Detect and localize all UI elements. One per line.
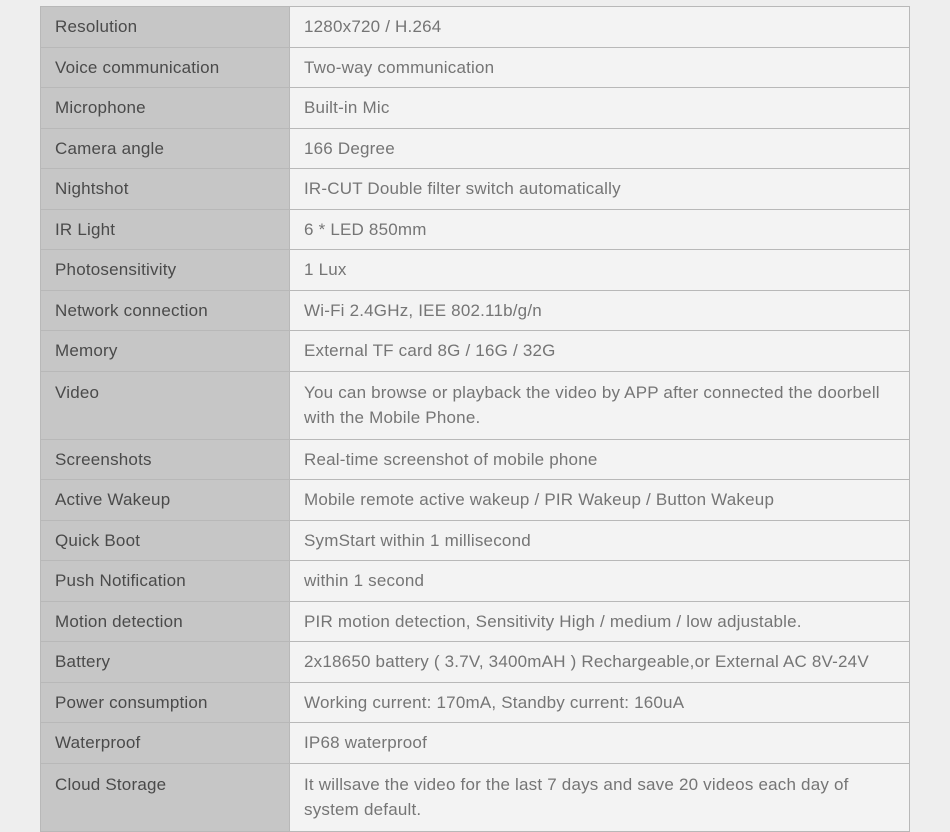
spec-label: Screenshots — [41, 439, 290, 480]
spec-value: IP68 waterproof — [290, 723, 910, 764]
spec-value: SymStart within 1 millisecond — [290, 520, 910, 561]
table-row: WaterproofIP68 waterproof — [41, 723, 910, 764]
table-row: Power consumptionWorking current: 170mA,… — [41, 682, 910, 723]
spec-value: 2x18650 battery ( 3.7V, 3400mAH ) Rechar… — [290, 642, 910, 683]
spec-label: Quick Boot — [41, 520, 290, 561]
table-row: MemoryExternal TF card 8G / 16G / 32G — [41, 331, 910, 372]
spec-value: Wi-Fi 2.4GHz, IEE 802.11b/g/n — [290, 290, 910, 331]
table-row: Resolution1280x720 / H.264 — [41, 7, 910, 48]
spec-value: Mobile remote active wakeup / PIR Wakeup… — [290, 480, 910, 521]
table-row: Battery2x18650 battery ( 3.7V, 3400mAH )… — [41, 642, 910, 683]
spec-value: Real-time screenshot of mobile phone — [290, 439, 910, 480]
spec-label: IR Light — [41, 209, 290, 250]
spec-value: PIR motion detection, Sensitivity High /… — [290, 601, 910, 642]
spec-label: Network connection — [41, 290, 290, 331]
table-row: Quick BootSymStart within 1 millisecond — [41, 520, 910, 561]
table-row: Active WakeupMobile remote active wakeup… — [41, 480, 910, 521]
spec-label: Photosensitivity — [41, 250, 290, 291]
spec-label: Camera angle — [41, 128, 290, 169]
spec-label: Microphone — [41, 88, 290, 129]
table-row: NightshotIR-CUT Double filter switch aut… — [41, 169, 910, 210]
spec-value: within 1 second — [290, 561, 910, 602]
table-row: Voice communicationTwo-way communication — [41, 47, 910, 88]
table-row: MicrophoneBuilt-in Mic — [41, 88, 910, 129]
spec-value: Two-way communication — [290, 47, 910, 88]
spec-label: Memory — [41, 331, 290, 372]
table-row: Network connectionWi-Fi 2.4GHz, IEE 802.… — [41, 290, 910, 331]
table-row: Photosensitivity1 Lux — [41, 250, 910, 291]
spec-value: IR-CUT Double filter switch automaticall… — [290, 169, 910, 210]
table-row: Cloud StorageIt willsave the video for t… — [41, 763, 910, 831]
spec-label: Waterproof — [41, 723, 290, 764]
spec-value: 1280x720 / H.264 — [290, 7, 910, 48]
table-row: IR Light6 * LED 850mm — [41, 209, 910, 250]
table-row: Push Notificationwithin 1 second — [41, 561, 910, 602]
spec-value: 1 Lux — [290, 250, 910, 291]
spec-label: Power consumption — [41, 682, 290, 723]
spec-value: Working current: 170mA, Standby current:… — [290, 682, 910, 723]
spec-label: Battery — [41, 642, 290, 683]
table-row: Motion detectionPIR motion detection, Se… — [41, 601, 910, 642]
spec-value: It willsave the video for the last 7 day… — [290, 763, 910, 831]
spec-value: 166 Degree — [290, 128, 910, 169]
table-row: Camera angle166 Degree — [41, 128, 910, 169]
spec-value: External TF card 8G / 16G / 32G — [290, 331, 910, 372]
spec-value: Built-in Mic — [290, 88, 910, 129]
spec-value: You can browse or playback the video by … — [290, 371, 910, 439]
spec-label: Video — [41, 371, 290, 439]
spec-label: Push Notification — [41, 561, 290, 602]
table-row: VideoYou can browse or playback the vide… — [41, 371, 910, 439]
spec-value: 6 * LED 850mm — [290, 209, 910, 250]
spec-label: Resolution — [41, 7, 290, 48]
spec-label: Motion detection — [41, 601, 290, 642]
spec-table-body: Resolution1280x720 / H.264 Voice communi… — [41, 7, 910, 832]
spec-label: Voice communication — [41, 47, 290, 88]
spec-table: Resolution1280x720 / H.264 Voice communi… — [40, 6, 910, 832]
spec-label: Nightshot — [41, 169, 290, 210]
spec-label: Cloud Storage — [41, 763, 290, 831]
table-row: ScreenshotsReal-time screenshot of mobil… — [41, 439, 910, 480]
spec-label: Active Wakeup — [41, 480, 290, 521]
